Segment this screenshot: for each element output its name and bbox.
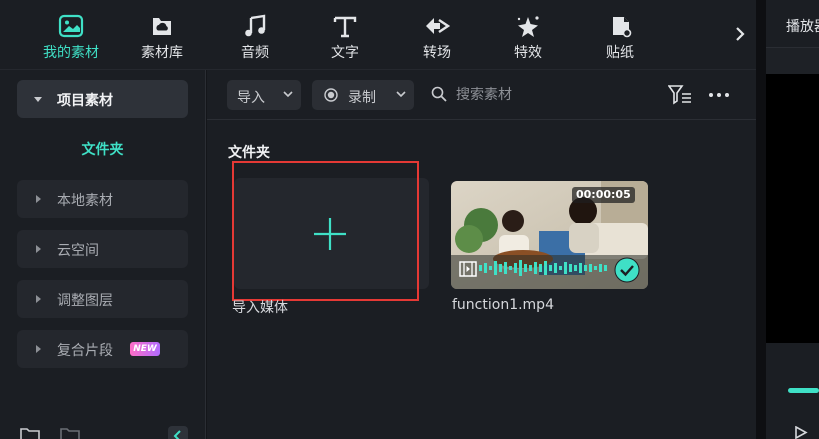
caret-right-icon [36,195,41,203]
tab-label: 素材库 [141,45,183,61]
player-panel: 播放器 [766,0,819,439]
import-media-label: 导入媒体 [232,300,288,316]
player-progress-bar[interactable] [788,388,819,393]
film-strip-icon [459,261,477,277]
cloud-library-icon [153,18,171,35]
video-filename: function1.mp4 [452,297,554,313]
video-thumbnail[interactable]: 00:00:05 [451,181,648,289]
sidebar-item-label: 本地素材 [57,193,113,209]
play-icon[interactable] [794,426,808,439]
panel-divider [756,0,766,439]
folder-icon[interactable] [60,428,80,439]
new-folder-icon[interactable] [20,428,40,439]
search-input[interactable] [456,83,616,107]
sidebar-item-label: 复合片段 [57,343,113,359]
media-sidebar: 项目素材 文件夹 本地素材 云空间 调整图层 复合片段 NEW [0,70,206,439]
media-browser-header: 导入 录制 [207,70,756,120]
video-duration: 00:00:05 [572,187,635,203]
tab-effects[interactable]: 特效 [488,0,568,70]
tab-text[interactable]: 文字 [305,0,385,70]
sidebar-item-compound-clip[interactable]: 复合片段 NEW [17,330,188,368]
tab-library[interactable]: 素材库 [122,0,202,70]
new-badge: NEW [130,342,160,356]
sparkle-effect-icon [517,16,539,37]
sidebar-item-folder[interactable]: 文件夹 [17,139,188,159]
sidebar-item-adjustment-layer[interactable]: 调整图层 [17,280,188,318]
more-options-icon[interactable] [709,93,729,97]
chevron-down-icon [283,91,293,98]
music-note-icon [245,14,266,37]
sticker-icon [613,17,632,38]
tab-label: 音频 [241,45,269,61]
chevron-right-icon[interactable] [731,22,749,46]
chevron-down-icon [396,91,406,98]
player-subbar [766,48,819,74]
sidebar-item-label: 调整图层 [57,293,113,309]
caret-right-icon [36,295,41,303]
import-label: 导入 [237,90,265,106]
transition-icon [426,18,450,34]
player-header: 播放器 [766,0,819,48]
tab-stickers[interactable]: 贴纸 [580,0,660,70]
player-title: 播放器 [786,19,819,35]
folder-section-title: 文件夹 [228,145,270,161]
import-dropdown[interactable]: 导入 [227,80,301,110]
highlight-box [232,161,419,301]
tab-label: 转场 [423,45,451,61]
sidebar-item-label: 云空间 [57,243,99,259]
sidebar-item-project-media[interactable]: 项目素材 [17,80,188,118]
tab-audio[interactable]: 音频 [215,0,295,70]
sidebar-item-local-media[interactable]: 本地素材 [17,180,188,218]
sidebar-item-cloud[interactable]: 云空间 [17,230,188,268]
tab-label: 文字 [331,45,359,61]
tab-label: 贴纸 [606,45,634,61]
record-label: 录制 [348,90,376,106]
tab-transition[interactable]: 转场 [397,0,477,70]
chevron-left-icon [173,430,181,439]
record-icon [324,88,338,102]
caret-down-icon [34,97,42,102]
media-toolbar: 我的素材 素材库 音频 文字 转场 特效 贴纸 [0,0,756,70]
filter-icon[interactable] [668,84,692,106]
search-icon [431,86,447,102]
record-dropdown[interactable]: 录制 [312,80,414,110]
caret-right-icon [36,345,41,353]
media-folder-icon [58,14,84,38]
tab-label: 我的素材 [43,45,99,61]
caret-right-icon [36,245,41,253]
text-t-icon [333,16,357,38]
media-browser: 导入 录制 文件夹 [207,70,756,439]
imported-check-icon [614,257,640,283]
collapse-sidebar-button[interactable] [168,426,188,439]
tab-label: 特效 [514,45,542,61]
tab-my-media[interactable]: 我的素材 [31,0,111,70]
sidebar-item-label: 项目素材 [57,93,113,109]
